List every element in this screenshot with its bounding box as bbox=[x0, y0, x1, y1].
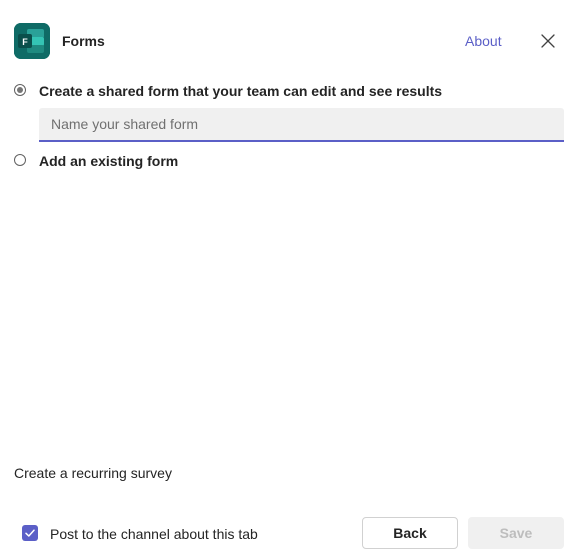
close-icon bbox=[541, 34, 555, 48]
create-shared-form-radio[interactable] bbox=[14, 84, 26, 96]
back-button[interactable]: Back bbox=[362, 517, 458, 549]
create-shared-form-label[interactable]: Create a shared form that your team can … bbox=[39, 82, 442, 100]
save-button[interactable]: Save bbox=[468, 517, 564, 549]
add-existing-form-radio[interactable] bbox=[14, 154, 26, 166]
svg-text:F: F bbox=[22, 37, 28, 47]
post-to-channel-label: Post to the channel about this tab bbox=[50, 526, 258, 542]
app-title: Forms bbox=[62, 33, 105, 49]
add-existing-form-label[interactable]: Add an existing form bbox=[39, 152, 178, 170]
post-to-channel-checkbox[interactable] bbox=[22, 525, 38, 541]
close-button[interactable] bbox=[538, 31, 558, 51]
checkmark-icon bbox=[25, 529, 35, 537]
create-recurring-survey-link[interactable]: Create a recurring survey bbox=[14, 464, 172, 482]
forms-app-icon: F bbox=[14, 23, 50, 59]
about-link[interactable]: About bbox=[465, 32, 502, 50]
shared-form-name-input[interactable] bbox=[39, 108, 564, 142]
